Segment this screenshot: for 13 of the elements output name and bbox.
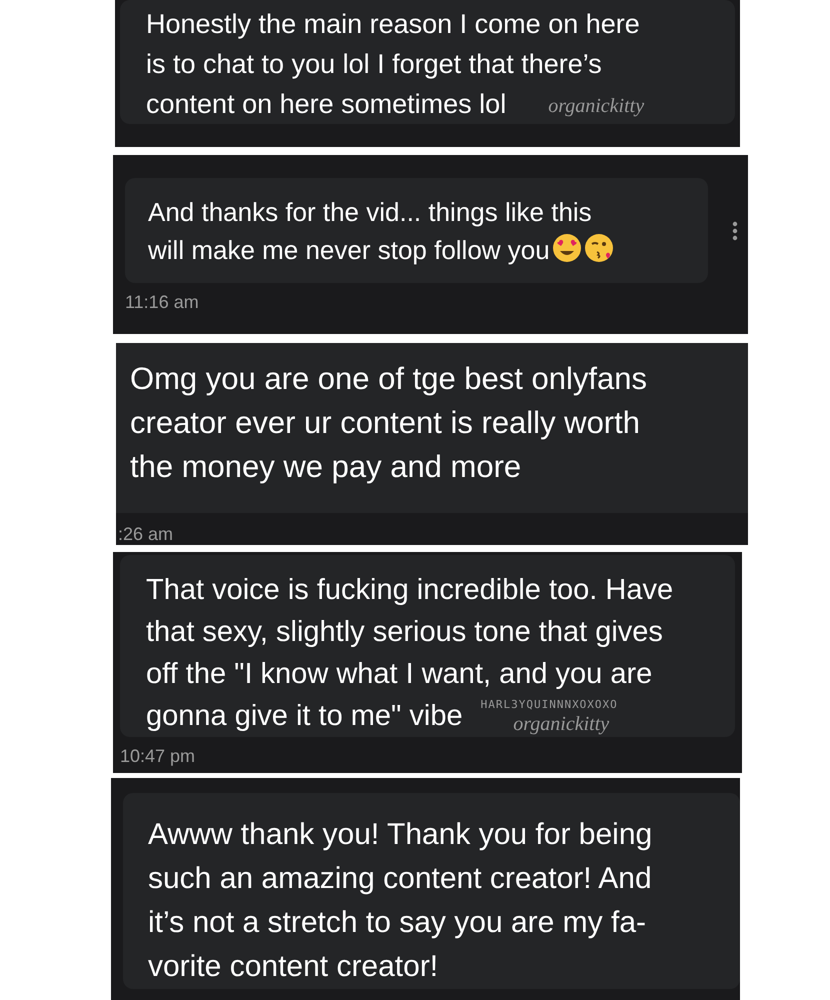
signature-text: organickitty — [548, 94, 644, 118]
signature-text: HARL3YQUINNNXOXOXO — [480, 698, 618, 712]
signature-text: organickitty — [513, 712, 610, 736]
kissing-face-icon — [584, 233, 614, 263]
message-text: And thanks for the vid... things like this will make me never stop follow you — [125, 178, 643, 283]
message-time: 10:47 pm — [120, 745, 196, 767]
more-options-icon[interactable] — [732, 220, 738, 240]
message-text: Awww thank you! Thank you for being such an amazing content creator! And it’s not a stretch to say you are my fa- vorite content creator! — [147, 817, 654, 985]
message-time: :26 am — [118, 523, 174, 545]
heart-eyes-face-icon — [552, 233, 582, 263]
message-text: Omg you are one of tge best onlyfans creator ever ur content is really worth the money we pay and more — [129, 360, 648, 486]
message-time: 11:16 am — [125, 291, 199, 313]
message-text: Honestly the main reason I come on here is to chat to you lol I forget that there’s content on here sometimes lol organickitty — [145, 8, 646, 121]
